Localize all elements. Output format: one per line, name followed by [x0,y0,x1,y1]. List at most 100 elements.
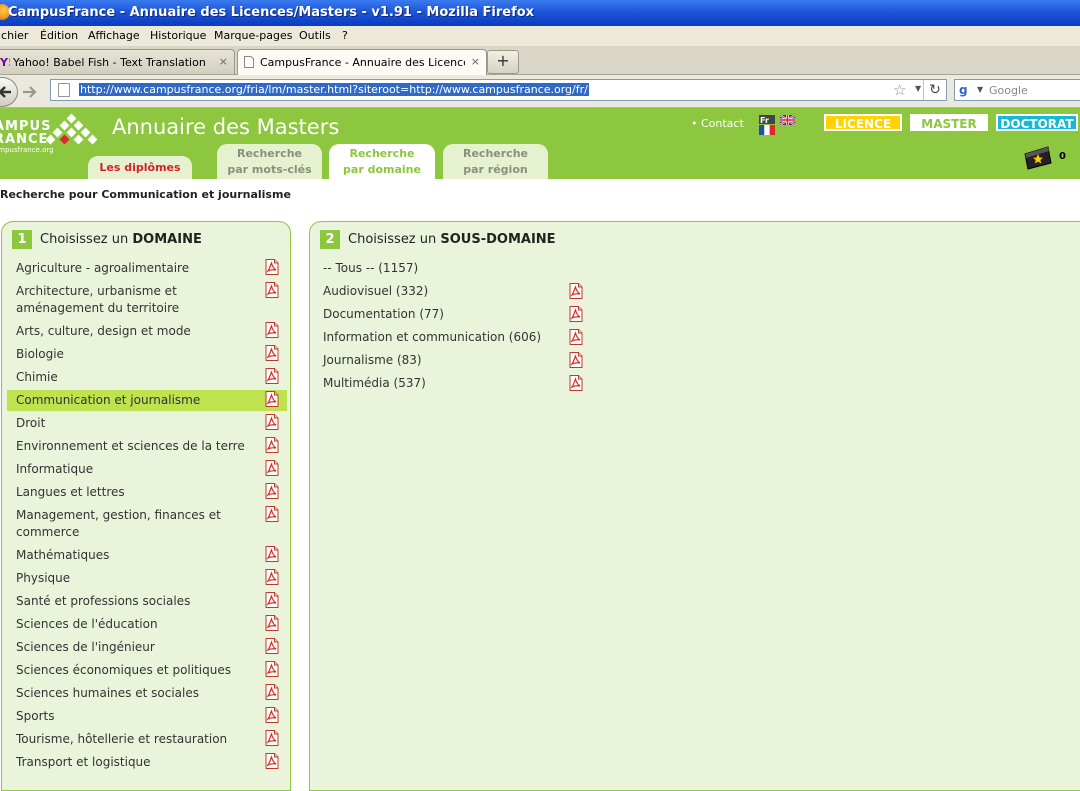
pdf-icon[interactable] [264,684,280,700]
domaine-item-label[interactable]: Sports [16,708,256,725]
menu-edition[interactable]: Édition [40,29,78,42]
sous-domaine-item[interactable]: -- Tous -- (1157) [323,258,623,278]
domaine-item[interactable]: Transport et logistique [7,752,287,773]
contact-link[interactable]: • Contact [691,117,744,130]
domaine-item[interactable]: Sciences de l'ingénieur [7,637,287,658]
domaine-item-label[interactable]: Chimie [16,369,256,386]
pdf-icon[interactable] [264,753,280,769]
domaine-item[interactable]: Agriculture - agroalimentaire [7,258,287,279]
domaine-item[interactable]: Chimie [7,367,287,388]
licence-button[interactable]: LICENCE [824,114,902,131]
forward-button[interactable] [20,83,40,101]
pdf-icon[interactable] [264,569,280,585]
pdf-icon[interactable] [264,661,280,677]
sous-domaine-item-label[interactable]: Audiovisuel (332) [323,283,428,300]
domaine-item-label[interactable]: Informatique [16,461,256,478]
domaine-item[interactable]: Management, gestion, finances et commerc… [7,505,287,543]
back-button[interactable] [0,77,18,107]
domaine-item-label[interactable]: Sciences humaines et sociales [16,685,256,702]
pdf-icon[interactable] [264,345,280,361]
browser-tab-yahoo[interactable]: Y! Yahoo! Babel Fish - Text Translation … [0,49,235,74]
sous-domaine-item-label[interactable]: -- Tous -- (1157) [323,260,418,277]
url-text[interactable]: http://www.campusfrance.org/fria/lm/mast… [79,83,589,96]
pdf-icon[interactable] [264,391,280,407]
domaine-item[interactable]: Langues et lettres [7,482,287,503]
domaine-item[interactable]: Physique [7,568,287,589]
sous-domaine-item-label[interactable]: Multimédia (537) [323,375,426,392]
domaine-item[interactable]: Sciences économiques et politiques [7,660,287,681]
new-tab-button[interactable]: + [487,50,519,74]
tab-recherche-domaine[interactable]: Recherche par domaine [329,144,435,179]
domaine-item[interactable]: Communication et journalisme [7,390,287,411]
domaine-item[interactable]: Arts, culture, design et mode [7,321,287,342]
pdf-icon[interactable] [568,352,584,368]
menu-marque-pages[interactable]: Marque-pages [214,29,292,42]
domaine-item-label[interactable]: Environnement et sciences de la terre [16,438,256,455]
domaine-item-label[interactable]: Mathématiques [16,547,256,564]
pdf-icon[interactable] [264,414,280,430]
domaine-item[interactable]: Sports [7,706,287,727]
domaine-item-label[interactable]: Arts, culture, design et mode [16,323,256,340]
pdf-icon[interactable] [264,460,280,476]
pdf-icon[interactable] [264,615,280,631]
domaine-item[interactable]: Santé et professions sociales [7,591,287,612]
reload-icon[interactable]: ↻ [923,80,946,100]
chevron-down-icon[interactable]: ▼ [915,84,921,93]
domaine-item[interactable]: Tourisme, hôtellerie et restauration [7,729,287,750]
selection-basket-icon[interactable] [1023,144,1053,170]
browser-tab-campusfrance[interactable]: CampusFrance - Annuaire des Licences/...… [237,49,487,75]
doctorat-button[interactable]: DOCTORAT [996,114,1078,131]
domaine-item[interactable]: Sciences de l'éducation [7,614,287,635]
sous-domaine-item[interactable]: Information et communication (606) [323,327,623,347]
close-tab-icon[interactable]: × [219,55,228,68]
tab-recherche-region[interactable]: Recherche par région [443,144,548,179]
pdf-icon[interactable] [264,592,280,608]
pdf-icon[interactable] [264,546,280,562]
pdf-icon[interactable] [264,506,280,522]
pdf-icon[interactable] [568,375,584,391]
domaine-item-label[interactable]: Langues et lettres [16,484,256,501]
menu-historique[interactable]: Historique [150,29,206,42]
sous-domaine-item[interactable]: Multimédia (537) [323,373,623,393]
domaine-item-label[interactable]: Santé et professions sociales [16,593,256,610]
menu-outils[interactable]: Outils [299,29,331,42]
domaine-item-label[interactable]: Architecture, urbanisme et aménagement d… [16,283,256,317]
menu-help[interactable]: ? [342,29,348,42]
pdf-icon[interactable] [568,306,584,322]
domaine-item[interactable]: Architecture, urbanisme et aménagement d… [7,281,287,319]
flag-fr-icon[interactable]: Fr [759,115,775,135]
sous-domaine-item[interactable]: Journalisme (83) [323,350,623,370]
chevron-down-icon[interactable]: ▼ [977,85,983,94]
domaine-item-label[interactable]: Sciences de l'ingénieur [16,639,256,656]
domaine-item[interactable]: Mathématiques [7,545,287,566]
bookmark-star-icon[interactable]: ☆ [893,81,906,99]
pdf-icon[interactable] [264,368,280,384]
pdf-icon[interactable] [264,483,280,499]
menu-affichage[interactable]: Affichage [88,29,140,42]
domaine-item[interactable]: Biologie [7,344,287,365]
pdf-icon[interactable] [568,283,584,299]
domaine-item-label[interactable]: Sciences économiques et politiques [16,662,256,679]
pdf-icon[interactable] [264,282,280,298]
domaine-item-label[interactable]: Biologie [16,346,256,363]
sous-domaine-item[interactable]: Audiovisuel (332) [323,281,623,301]
pdf-icon[interactable] [264,638,280,654]
menu-fichier[interactable]: ichier [0,29,28,42]
pdf-icon[interactable] [568,329,584,345]
close-tab-icon[interactable]: × [471,55,480,68]
domaine-item[interactable]: Sciences humaines et sociales [7,683,287,704]
domaine-item-label[interactable]: Droit [16,415,256,432]
address-bar[interactable]: http://www.campusfrance.org/fria/lm/mast… [50,79,947,101]
domaine-item-label[interactable]: Communication et journalisme [16,392,256,409]
campusfrance-logo[interactable]: AMPUS RANCE ampusfrance.org [0,111,104,154]
pdf-icon[interactable] [264,259,280,275]
tab-les-diplomes[interactable]: Les diplômes [88,156,192,179]
domaine-item-label[interactable]: Transport et logistique [16,754,256,771]
pdf-icon[interactable] [264,437,280,453]
sous-domaine-item-label[interactable]: Information et communication (606) [323,329,541,346]
tab-recherche-mots-cles[interactable]: Recherche par mots-clés [217,144,322,179]
sous-domaine-item-label[interactable]: Documentation (77) [323,306,444,323]
domaine-item-label[interactable]: Physique [16,570,256,587]
pdf-icon[interactable] [264,322,280,338]
pdf-icon[interactable] [264,707,280,723]
